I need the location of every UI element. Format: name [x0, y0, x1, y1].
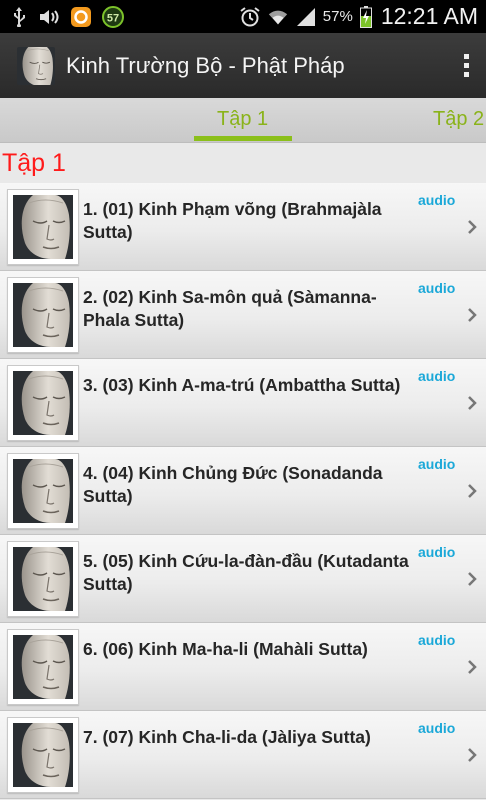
- clock: 12:21 AM: [380, 3, 478, 29]
- audio-tag: audio: [418, 720, 456, 736]
- item-title: 4. (04) Kinh Chủng Đức (Sonadanda Sutta): [83, 463, 383, 506]
- battery-percent: 57%: [322, 8, 353, 25]
- buddha-thumbnail-icon: [7, 717, 79, 793]
- badge-text: 57: [107, 12, 119, 24]
- chevron-right-icon: [468, 220, 477, 234]
- list-item[interactable]: 5. (05) Kinh Cứu-la-đàn-đầu (Kutadanta S…: [0, 535, 486, 623]
- wifi-icon: [267, 6, 289, 28]
- usb-icon: [8, 6, 30, 28]
- list-item[interactable]: 7. (07) Kinh Cha-li-da (Jàliya Sutta) au…: [0, 711, 486, 799]
- battery-charging-icon: [359, 5, 373, 28]
- audio-tag: audio: [418, 456, 456, 472]
- volume-icon: [39, 6, 61, 28]
- signal-icon: [295, 6, 317, 28]
- item-title: 6. (06) Kinh Ma-ha-li (Mahàli Sutta): [83, 639, 368, 659]
- buddha-thumbnail-icon: [7, 277, 79, 353]
- app-notification-icon: [70, 6, 92, 28]
- chevron-right-icon: [468, 484, 477, 498]
- tab-tap-2[interactable]: Tập 2: [433, 108, 484, 131]
- chevron-right-icon: [468, 308, 477, 322]
- buddha-thumbnail-icon: [7, 453, 79, 529]
- audio-tag: audio: [418, 632, 456, 648]
- badge-57-icon: 57: [101, 5, 125, 28]
- audio-tag: audio: [418, 368, 456, 384]
- audio-tag: audio: [418, 192, 456, 208]
- list-item[interactable]: 4. (04) Kinh Chủng Đức (Sonadanda Sutta)…: [0, 447, 486, 535]
- sutta-list: 1. (01) Kinh Phạm võng (Brahmajàla Sutta…: [0, 183, 486, 799]
- buddha-face-icon[interactable]: [17, 47, 55, 85]
- status-bar: 57 57% 12:21 AM: [0, 0, 486, 33]
- alarm-icon: [239, 6, 261, 28]
- buddha-thumbnail-icon: [7, 365, 79, 441]
- chevron-right-icon: [468, 748, 477, 762]
- tab-indicator: [194, 136, 292, 141]
- action-bar: Kinh Trường Bộ - Phật Pháp: [0, 33, 486, 98]
- chevron-right-icon: [468, 396, 477, 410]
- chevron-right-icon: [468, 572, 477, 586]
- list-item[interactable]: 2. (02) Kinh Sa-môn quả (Sàmanna-Phala S…: [0, 271, 486, 359]
- buddha-thumbnail-icon: [7, 189, 79, 265]
- audio-tag: audio: [418, 544, 456, 560]
- section-title: Tập 1: [2, 149, 66, 177]
- more-vert-icon[interactable]: [446, 33, 486, 98]
- item-title: 2. (02) Kinh Sa-môn quả (Sàmanna-Phala S…: [83, 287, 377, 330]
- list-item[interactable]: 6. (06) Kinh Ma-ha-li (Mahàli Sutta) aud…: [0, 623, 486, 711]
- buddha-thumbnail-icon: [7, 629, 79, 705]
- audio-tag: audio: [418, 280, 456, 296]
- item-title: 3. (03) Kinh A-ma-trú (Ambattha Sutta): [83, 375, 401, 395]
- chevron-right-icon: [468, 660, 477, 674]
- item-title: 5. (05) Kinh Cứu-la-đàn-đầu (Kutadanta S…: [83, 551, 409, 594]
- tab-tap-1[interactable]: Tập 1: [217, 108, 268, 131]
- app-title: Kinh Trường Bộ - Phật Pháp: [66, 52, 345, 78]
- buddha-thumbnail-icon: [7, 541, 79, 617]
- list-item[interactable]: 3. (03) Kinh A-ma-trú (Ambattha Sutta) a…: [0, 359, 486, 447]
- item-title: 7. (07) Kinh Cha-li-da (Jàliya Sutta): [83, 727, 371, 747]
- item-title: 1. (01) Kinh Phạm võng (Brahmajàla Sutta…: [83, 199, 382, 242]
- list-item[interactable]: 1. (01) Kinh Phạm võng (Brahmajàla Sutta…: [0, 183, 486, 271]
